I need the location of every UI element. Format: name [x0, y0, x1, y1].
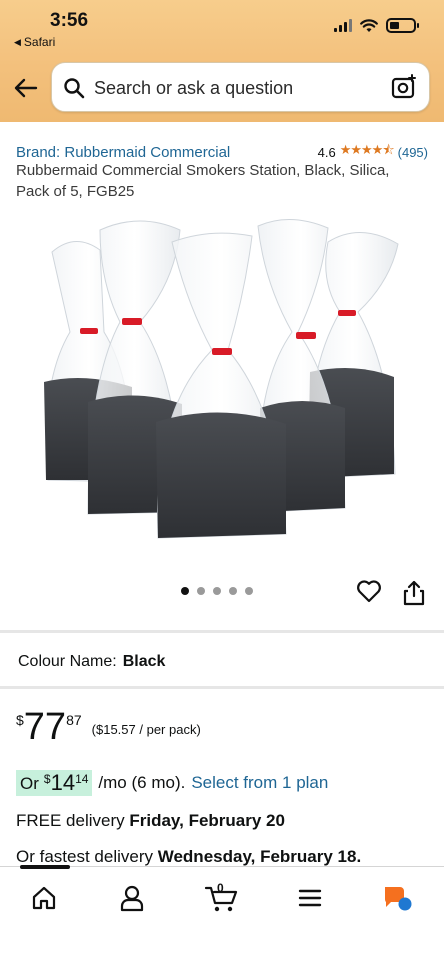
back-triangle-icon: ◀ — [14, 36, 21, 47]
rating-value: 4.6 — [317, 144, 336, 160]
top-header: 3:56 ◀ Safari Search or ask a question — [0, 0, 444, 122]
brand-link[interactable]: Brand: Rubbermaid Commercial — [16, 144, 230, 161]
colour-name-row: Colour Name: Black — [18, 653, 165, 671]
back-to-app-link[interactable]: ◀ Safari — [14, 35, 55, 49]
tab-menu[interactable] — [290, 881, 330, 915]
silica-bag — [156, 232, 287, 539]
price-block: $ 77 87 ($15.57 / per pack) — [16, 708, 201, 746]
financing-prefix: Or — [20, 774, 39, 793]
financing-fraction: 14 — [75, 772, 89, 786]
image-pagination-dots[interactable] — [181, 587, 253, 595]
free-delivery-label: FREE delivery — [16, 811, 125, 830]
price-currency: $ — [16, 712, 24, 728]
price-fraction: 87 — [66, 712, 82, 728]
product-image[interactable] — [40, 212, 408, 542]
cart-count-badge: 0 — [217, 881, 224, 895]
financing-highlight: Or $ 14 14 — [16, 770, 93, 796]
share-icon[interactable] — [403, 580, 425, 606]
select-plan-link[interactable]: Select from 1 plan — [191, 773, 328, 793]
active-tab-indicator — [20, 865, 70, 869]
home-icon — [32, 886, 56, 910]
status-icons — [334, 18, 419, 33]
financing-term: /mo (6 mo). — [98, 773, 186, 792]
back-arrow-icon[interactable] — [12, 74, 40, 102]
colour-value: Black — [122, 653, 166, 670]
free-delivery-info: FREE delivery Friday, February 20 — [16, 811, 285, 831]
pagination-dot[interactable] — [245, 587, 253, 595]
account-icon — [120, 885, 144, 912]
price-per-unit: ($15.57 / per pack) — [91, 722, 201, 737]
price-whole: 77 — [23, 706, 67, 748]
wishlist-heart-icon[interactable] — [356, 579, 382, 603]
menu-icon — [298, 889, 322, 907]
search-placeholder: Search or ask a question — [94, 78, 294, 98]
fastest-delivery-date: Wednesday, February 18. — [157, 847, 362, 866]
search-bar[interactable]: Search or ask a question — [51, 62, 430, 112]
pagination-dot[interactable] — [181, 587, 189, 595]
tab-account[interactable] — [112, 881, 152, 915]
battery-icon — [386, 18, 419, 33]
pagination-dot[interactable] — [229, 587, 237, 595]
section-divider — [0, 686, 444, 689]
pagination-dot[interactable] — [197, 587, 205, 595]
financing-currency: $ — [43, 772, 51, 786]
product-title: Rubbermaid Commercial Smokers Station, B… — [16, 162, 390, 200]
rufus-assistant-icon — [384, 887, 412, 911]
fastest-delivery-label: Or fastest delivery — [16, 847, 153, 866]
pagination-dot[interactable] — [213, 587, 221, 595]
wifi-icon — [360, 18, 378, 32]
financing-amount: 14 — [50, 770, 76, 795]
section-divider — [0, 630, 444, 633]
status-time: 3:56 — [50, 10, 89, 31]
cellular-signal-icon — [334, 19, 352, 32]
fastest-delivery-info: Or fastest delivery Wednesday, February … — [16, 847, 361, 867]
bottom-tab-bar: 0 — [0, 865, 444, 960]
review-count-link[interactable]: (495) — [398, 145, 428, 160]
tab-home[interactable] — [24, 881, 64, 915]
financing-row: Or $ 14 14 /mo (6 mo). Select from 1 pla… — [16, 768, 328, 798]
back-app-label: Safari — [23, 35, 56, 49]
status-bar: 3:56 ◀ Safari — [0, 0, 444, 54]
search-icon — [64, 78, 85, 99]
colour-label: Colour Name: — [18, 653, 117, 670]
tab-cart[interactable]: 0 — [200, 881, 244, 915]
tab-rufus-assistant[interactable] — [378, 881, 418, 915]
free-delivery-date: Friday, February 20 — [129, 811, 285, 830]
camera-search-icon[interactable] — [391, 74, 417, 100]
